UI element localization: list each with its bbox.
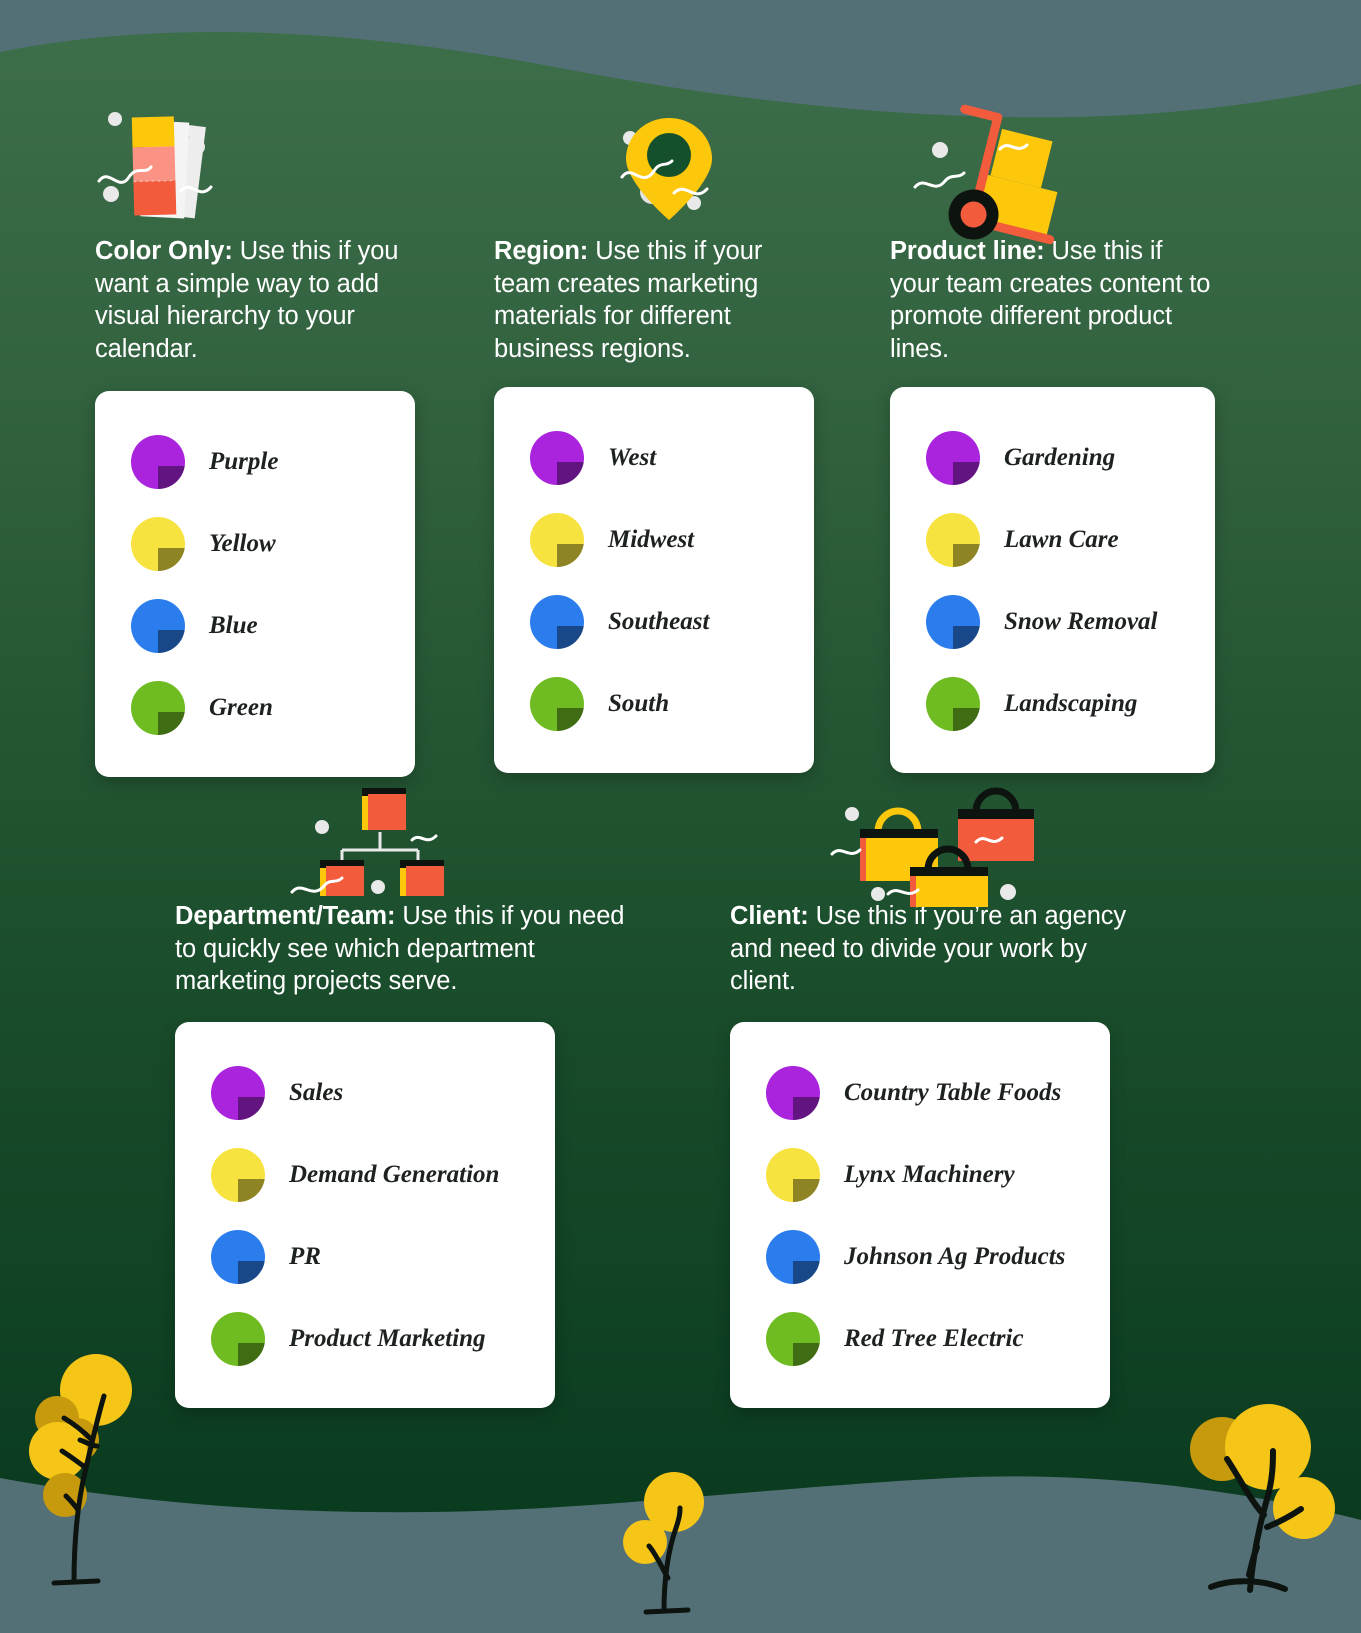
hand-truck-icon: [913, 104, 1058, 245]
color-swatch: [766, 1065, 820, 1120]
color-swatch: [530, 677, 584, 731]
list-item[interactable]: PR: [211, 1216, 529, 1298]
legend-label: Red Tree Electric: [844, 1324, 1024, 1352]
legend-label: Demand Generation: [289, 1160, 500, 1188]
color-swatch: [211, 1147, 265, 1202]
org-chart-icon: [290, 788, 444, 896]
legend-label: Midwest: [608, 526, 695, 553]
color-swatch: [926, 431, 980, 485]
list-item[interactable]: Yellow: [131, 503, 389, 585]
color-swatch: [926, 677, 980, 731]
section-title: Product line:: [890, 237, 1045, 265]
list-item[interactable]: Lawn Care: [926, 499, 1189, 581]
list-item[interactable]: Red Tree Electric: [766, 1298, 1084, 1380]
hand-truck-icon-wrap: [890, 104, 1215, 245]
color-swatch: [766, 1229, 820, 1284]
legend-card: Country Table Foods Lynx Machinery Johns…: [730, 1021, 1110, 1408]
legend-label: Sales: [289, 1078, 344, 1106]
list-item[interactable]: Product Marketing: [211, 1298, 529, 1380]
section-blurb: Product line: Use this if your team crea…: [890, 235, 1215, 365]
list-item[interactable]: Demand Generation: [211, 1134, 529, 1216]
legend-label: Product Marketing: [289, 1324, 486, 1352]
color-swatch: [926, 513, 980, 567]
legend-label: Lawn Care: [1004, 526, 1119, 553]
section-color-only: Color Only: Use this if you want a simpl…: [95, 105, 420, 777]
list-item[interactable]: Country Table Foods: [766, 1052, 1084, 1134]
list-item[interactable]: Midwest: [530, 499, 788, 581]
legend-label: Johnson Ag Products: [844, 1242, 1066, 1270]
list-item[interactable]: Sales: [211, 1052, 529, 1134]
legend-label: Lynx Machinery: [844, 1160, 1015, 1188]
section-blurb: Region: Use this if your team creates ma…: [494, 235, 819, 365]
list-item[interactable]: Blue: [131, 585, 389, 667]
color-swatch: [926, 595, 980, 649]
legend-label: Gardening: [1004, 444, 1116, 471]
legend-label: Blue: [209, 612, 258, 639]
list-item[interactable]: Landscaping: [926, 663, 1189, 745]
legend-label: Green: [209, 694, 273, 721]
list-item[interactable]: Southeast: [530, 581, 788, 663]
section-blurb: Color Only: Use this if you want a simpl…: [95, 235, 420, 365]
color-swatch: [211, 1065, 265, 1120]
shopping-bags-icon: [830, 787, 1034, 907]
color-swatch: [131, 681, 185, 735]
list-item[interactable]: Purple: [131, 421, 389, 503]
section-blurb: Department/Team: Use this if you need to…: [175, 900, 625, 998]
legend-label: Country Table Foods: [844, 1078, 1062, 1106]
section-title: Department/Team:: [175, 902, 396, 930]
color-swatch: [131, 435, 185, 489]
section-product-line: Product line: Use this if your team crea…: [890, 104, 1215, 773]
color-swatch: [211, 1229, 265, 1284]
legend-card: Sales Demand Generation PR Product Marke…: [175, 1021, 555, 1408]
list-item[interactable]: Snow Removal: [926, 581, 1189, 663]
section-client: Client: Use this if you’re an agency and…: [730, 782, 1130, 1408]
list-item[interactable]: South: [530, 663, 788, 745]
color-swatch: [766, 1147, 820, 1202]
color-swatch-icon-wrap: [95, 105, 420, 235]
list-item[interactable]: Lynx Machinery: [766, 1134, 1084, 1216]
legend-card: Purple Yellow Blue Green: [95, 391, 415, 777]
legend-label: Purple: [209, 448, 279, 475]
section-title: Client:: [730, 902, 809, 930]
legend-label: Southeast: [608, 608, 710, 635]
plant-bottom-left: [29, 1354, 132, 1586]
map-pin-icon: [620, 118, 712, 220]
plant-bottom-center: [623, 1472, 704, 1615]
legend-label: Landscaping: [1004, 690, 1138, 717]
legend-label: South: [608, 690, 670, 717]
color-swatch: [131, 517, 185, 571]
section-title: Color Only:: [95, 237, 233, 265]
map-pin-icon-wrap: [494, 105, 819, 235]
color-swatch: [530, 595, 584, 649]
list-item[interactable]: Green: [131, 667, 389, 749]
legend-label: Yellow: [209, 530, 276, 557]
infographic-page: Color Only: Use this if you want a simpl…: [0, 0, 1361, 1633]
list-item[interactable]: Gardening: [926, 417, 1189, 499]
legend-label: West: [608, 444, 657, 471]
color-swatch: [766, 1311, 820, 1366]
color-swatch: [530, 431, 584, 485]
color-swatch: [131, 599, 185, 653]
section-department-team: Department/Team: Use this if you need to…: [175, 782, 625, 1408]
section-title: Region:: [494, 237, 589, 265]
section-region: Region: Use this if your team creates ma…: [494, 105, 819, 773]
color-swatch: [211, 1311, 265, 1366]
plant-bottom-right: [1190, 1404, 1335, 1593]
list-item[interactable]: Johnson Ag Products: [766, 1216, 1084, 1298]
list-item[interactable]: West: [530, 417, 788, 499]
color-swatch: [530, 513, 584, 567]
org-chart-icon-wrap: [175, 782, 625, 900]
legend-card: Gardening Lawn Care Snow Removal Landsca…: [890, 387, 1215, 773]
shopping-bags-icon-wrap: [730, 782, 1130, 907]
section-blurb: Client: Use this if you’re an agency and…: [730, 900, 1130, 998]
legend-label: Snow Removal: [1004, 608, 1158, 635]
legend-card: West Midwest Southeast South: [494, 387, 814, 773]
legend-label: PR: [289, 1242, 321, 1270]
color-swatch-icon: [97, 112, 213, 219]
